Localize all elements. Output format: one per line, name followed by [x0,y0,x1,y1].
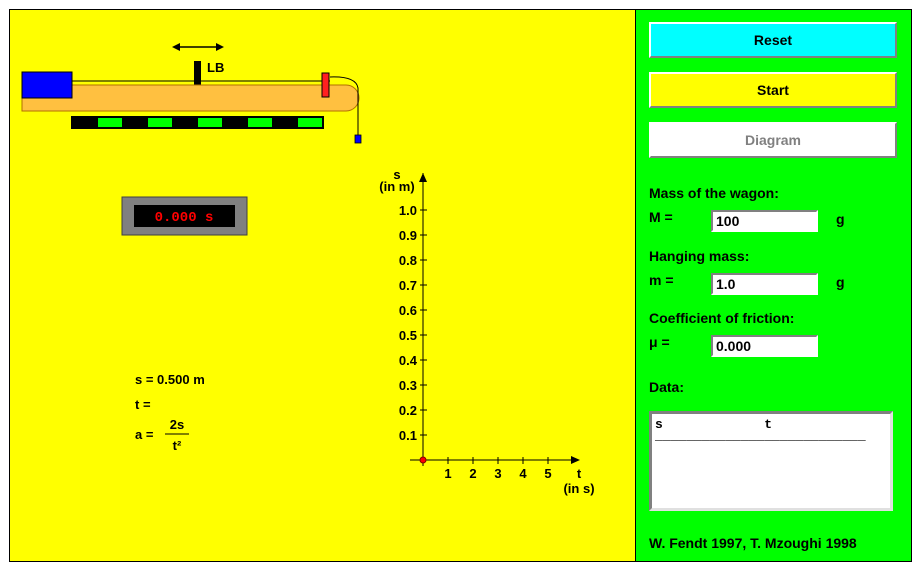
s-t-graph: s (in m) t (in s) 1.00.90.80.70.60.50.40… [379,167,594,496]
formula-a-numerator: 2s [170,417,184,432]
pulley-block [321,72,330,98]
reset-button[interactable]: Reset [649,22,897,58]
hanging-mass [354,134,362,144]
wagon [21,71,73,99]
hanging-mass-input[interactable] [711,273,818,295]
friction-input[interactable] [711,335,818,357]
x-axis-unit: (in s) [563,481,594,496]
data-table-rule: ___________________________ [655,428,866,443]
x-tick-label: 4 [519,466,527,481]
credits: W. Fendt 1997, T. Mzoughi 1998 [649,535,857,551]
y-axis-arrow-icon [419,173,427,182]
diagram-button[interactable]: Diagram [649,122,897,158]
x-tick-label: 3 [494,466,501,481]
data-heading: Data: [649,379,685,395]
formula-s: s = 0.500 m [135,372,205,387]
light-barrier[interactable] [194,61,201,87]
timer-display: 0.000 s [155,210,214,226]
x-tick-label: 1 [444,466,451,481]
distance-ruler [71,116,324,129]
air-track [21,84,360,112]
y-tick-label: 0.1 [399,428,417,443]
y-tick-label: 0.8 [399,253,417,268]
simulation-canvas: LB 0.000 s s = 0.500 m t = a = 2s t² s (… [21,43,595,496]
y-tick-label: 0.3 [399,378,417,393]
hanging-mass-symbol: m = [649,272,674,288]
y-tick-label: 0.4 [399,353,418,368]
y-axis-unit: (in m) [379,179,414,194]
wagon-mass-symbol: M = [649,209,673,225]
control-panel: Reset Start Diagram Mass of the wagon: M… [635,10,911,561]
x-axis-label: t [577,466,582,481]
friction-heading: Coefficient of friction: [649,310,795,326]
y-tick-label: 0.7 [399,278,417,293]
x-tick-label: 5 [544,466,551,481]
hanging-mass-heading: Hanging mass: [649,248,750,264]
formula-a-denominator: t² [173,438,182,453]
y-tick-label: 0.9 [399,228,417,243]
y-tick-label: 1.0 [399,203,417,218]
light-barrier-label: LB [207,60,224,75]
formula-t: t = [135,397,151,412]
graph-origin-point [419,456,427,464]
y-tick-label: 0.6 [399,303,417,318]
y-tick-label: 0.2 [399,403,417,418]
hanging-mass-unit: g [836,274,845,290]
x-tick-label: 2 [469,466,476,481]
x-axis-arrow-icon [571,456,580,464]
wagon-mass-input[interactable] [711,210,818,232]
friction-symbol: μ = [649,334,670,350]
wagon-mass-unit: g [836,211,845,227]
start-button[interactable]: Start [649,72,897,108]
simulation-area: LB 0.000 s s = 0.500 m t = a = 2s t² s (… [10,10,635,561]
data-table[interactable]: s t ___________________________ [649,411,893,511]
move-arrow-icon[interactable] [172,43,224,51]
y-tick-label: 0.5 [399,328,417,343]
formula-a-label: a = [135,427,154,442]
wagon-mass-heading: Mass of the wagon: [649,185,779,201]
